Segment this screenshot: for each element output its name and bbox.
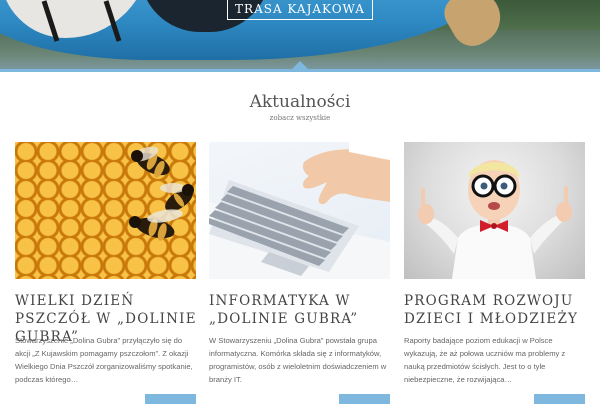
news-card-image[interactable] xyxy=(15,142,196,279)
news-card-excerpt: Raporty badające poziom edukacji w Polsc… xyxy=(404,336,566,384)
child-image xyxy=(404,142,585,279)
news-card-title[interactable]: PROGRAM ROZWOJU DZIECI I MŁODZIEŻY xyxy=(404,292,589,328)
laptop-image xyxy=(209,142,390,279)
child-illustration xyxy=(418,160,572,279)
read-more-button[interactable] xyxy=(534,394,585,404)
bees-illustration xyxy=(129,146,194,241)
news-card-image[interactable] xyxy=(209,142,390,279)
news-card: INFORMATYKA W „DOLINIE GUBRA” W Stowarzy… xyxy=(209,142,390,404)
news-card: PROGRAM ROZWOJU DZIECI I MŁODZIEŻY Rapor… xyxy=(404,142,585,404)
news-card-excerpt: W Stowarzyszeniu „Dolina Gubra” powstała… xyxy=(209,336,387,384)
news-card-excerpt: Stowarzyszenie „Dolina Gubra” przyłączył… xyxy=(15,336,193,384)
read-more-button[interactable] xyxy=(145,394,196,404)
see-all-link[interactable]: zobacz wszystkie xyxy=(0,114,600,122)
read-more-button[interactable] xyxy=(339,394,390,404)
news-card-image[interactable] xyxy=(404,142,585,279)
news-section-title: Aktualności xyxy=(249,92,351,112)
hero-banner: TRASA KAJAKOWA xyxy=(0,0,600,70)
news-card: WIELKI DZIEŃ PSZCZÓŁ W „DOLINIE GUBRA” S… xyxy=(15,142,196,404)
news-card-title[interactable]: INFORMATYKA W „DOLINIE GUBRA” xyxy=(209,292,394,328)
laptop-illustration xyxy=(209,142,390,279)
kayak-route-button[interactable]: TRASA KAJAKOWA xyxy=(227,0,373,20)
hero-notch-arrow xyxy=(291,61,309,70)
